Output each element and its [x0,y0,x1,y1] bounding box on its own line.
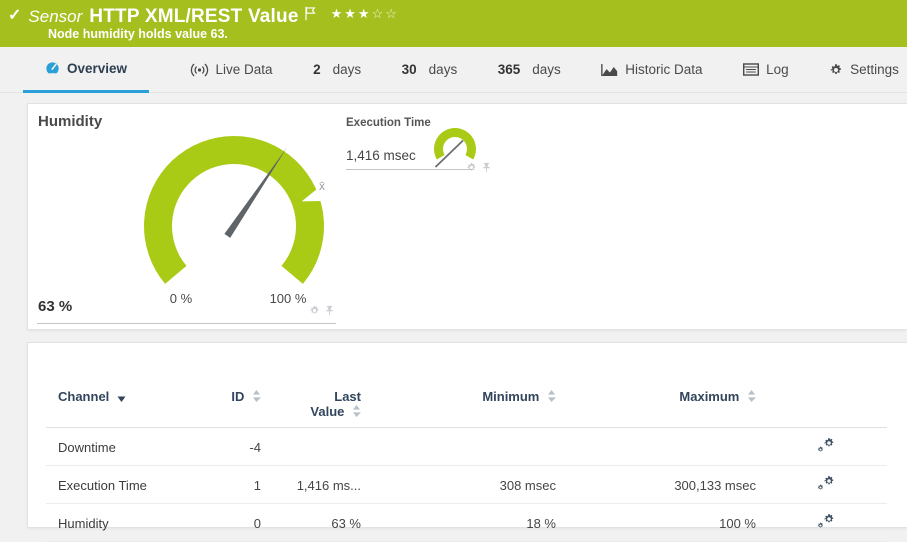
table-row: Downtime -4 [46,428,887,466]
humidity-current-value: 63 % [38,298,72,315]
sort-icon [252,390,261,402]
column-header-label: ID [231,389,244,404]
tab-label: Historic Data [625,62,702,77]
gauge-settings-gear-icon[interactable] [309,305,320,316]
log-icon [743,63,759,76]
column-header-actions [768,377,887,428]
column-header-maximum[interactable]: Maximum [568,377,768,428]
channel-settings-icon[interactable] [816,513,836,530]
channels-table: Channel ID Last Value Mi [46,377,887,542]
channel-minimum: 308 msec [373,466,568,504]
stars-filled: ★★★ [331,6,372,21]
tab-label: Log [766,62,789,77]
tab-log[interactable]: Log [743,47,789,93]
column-header-id[interactable]: ID [213,377,273,428]
tab-365-days[interactable]: 365 days [498,47,561,93]
sensor-status-banner: ✓ Sensor HTTP XML/REST Value ★★★☆☆ Node … [0,0,907,47]
tab-number: 365 [498,62,521,77]
tab-label: days [532,62,561,77]
channel-id: 1 [213,466,273,504]
historic-data-icon [601,63,618,77]
tab-30-days[interactable]: 30 days [402,47,458,93]
stars-empty: ☆☆ [372,6,399,21]
tab-label: Overview [67,61,127,76]
gauges-panel: Humidity x̄ 0 % 100 % 63 % Execution Tim… [27,103,907,330]
check-icon: ✓ [8,5,21,27]
tab-2-days[interactable]: 2 days [313,47,361,93]
humidity-block-divider [37,323,336,324]
settings-gear-icon [829,63,843,77]
gauge-scale-max-label: 100 % [266,291,310,306]
tab-settings[interactable]: Settings [829,47,899,93]
tab-historic-data[interactable]: Historic Data [601,47,702,93]
table-row: Execution Time 1 1,416 ms... 308 msec 30… [46,466,887,504]
tab-label: days [429,62,458,77]
channel-last-value [273,428,373,466]
channel-last-value: 1,416 ms... [273,466,373,504]
page-title: HTTP XML/REST Value [89,5,298,29]
tab-live-data[interactable]: Live Data [190,47,273,93]
tab-bar: Overview Live Data 2 days 30 days 365 da… [0,47,907,93]
tab-overview[interactable]: Overview [23,47,149,93]
flag-icon [304,6,317,21]
channel-name: Downtime [46,428,213,466]
channel-maximum: 300,133 msec [568,466,768,504]
gauge-scale-min-label: 0 % [159,291,203,306]
channel-minimum: 18 % [373,504,568,542]
tab-label: days [333,62,362,77]
mini-gauge-settings-gear-icon[interactable] [466,162,477,173]
gauge-icon [45,61,60,76]
status-message: Node humidity holds value 63. [48,27,228,41]
column-header-channel[interactable]: Channel [46,377,213,428]
channel-minimum [373,428,568,466]
table-row: Humidity 0 63 % 18 % 100 % [46,504,887,542]
sensor-kind-label: Sensor [28,5,82,29]
column-header-label: Channel [58,389,109,404]
column-header-label: Minimum [482,389,539,404]
tab-label: Settings [850,62,899,77]
column-header-label: Last [273,389,361,404]
channel-name: Humidity [46,504,213,542]
channel-name: Execution Time [46,466,213,504]
gauge-arc [144,136,324,284]
column-header-minimum[interactable]: Minimum [373,377,568,428]
tab-label: Live Data [216,62,273,77]
column-header-label: Maximum [679,389,739,404]
channel-id: -4 [213,428,273,466]
sorted-desc-icon [117,396,126,402]
execution-time-title: Execution Time [346,117,431,129]
gauge-pin-icon[interactable] [324,305,335,316]
table-header-row: Channel ID Last Value Mi [46,377,887,428]
mini-gauge-pin-icon[interactable] [481,162,492,173]
column-header-label: Value [310,404,344,419]
channel-settings-icon[interactable] [816,437,836,454]
sort-icon [747,390,756,402]
gauge-average-marker: x̄ [319,179,325,193]
mini-gauge-arc [434,128,476,159]
sort-icon [352,405,361,417]
channels-panel: Channel ID Last Value Mi [27,342,907,528]
execution-time-current-value: 1,416 msec [346,148,416,163]
channel-maximum: 100 % [568,504,768,542]
sort-icon [547,390,556,402]
live-data-icon [190,63,209,77]
column-header-last-value[interactable]: Last Value [273,377,373,428]
tab-number: 30 [402,62,417,77]
priority-star-rating[interactable]: ★★★☆☆ [331,5,399,23]
execution-time-divider [346,169,473,170]
tab-number: 2 [313,62,321,77]
channel-id: 0 [213,504,273,542]
humidity-gauge-title: Humidity [38,113,102,130]
channel-last-value: 63 % [273,504,373,542]
channel-maximum [568,428,768,466]
channel-settings-icon[interactable] [816,475,836,492]
